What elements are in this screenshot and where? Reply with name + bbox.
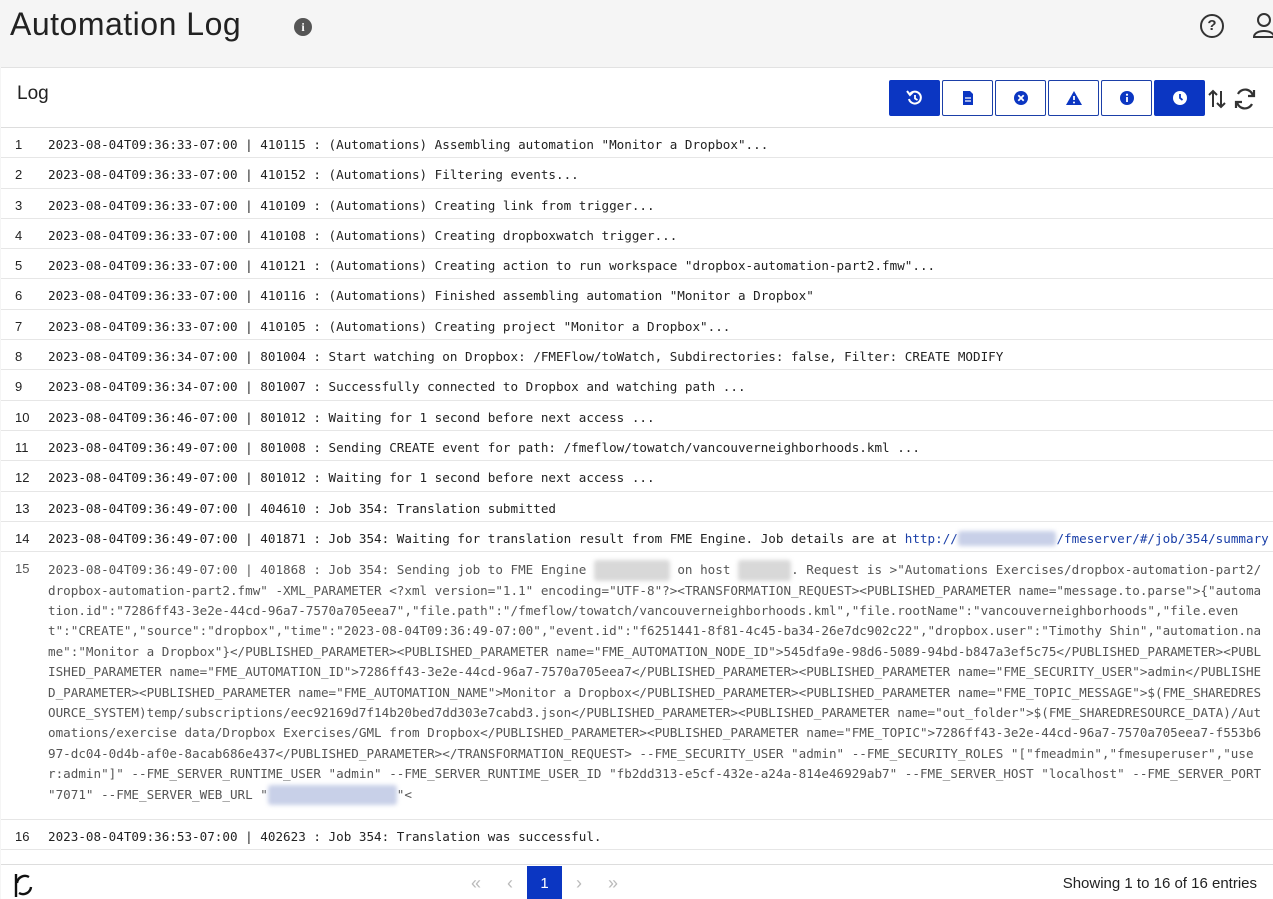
- time-button[interactable]: [1154, 80, 1205, 116]
- log-row: 16 2023-08-04T09:36:53-07:00 | 402623 : J…: [1, 820, 1273, 851]
- log-text: 2023-08-04T09:36:33-07:00 | 410108 : (Au…: [48, 227, 678, 243]
- line-number: 6: [15, 288, 23, 304]
- refresh-icon[interactable]: [1233, 87, 1257, 111]
- log-filter-toolbar: [889, 80, 1205, 116]
- log-panel: Log 1 2023-08-04T09:36:33-07:00 | 410115…: [1, 67, 1273, 899]
- log-text-part: on host: [669, 562, 738, 578]
- log-text: 2023-08-04T09:36:49-07:00 | 404610 : Job…: [48, 500, 556, 516]
- history-icon: [905, 90, 922, 105]
- warning-filter-button[interactable]: [1048, 80, 1099, 116]
- page-header: Automation Log i ?: [0, 0, 1273, 66]
- redacted-host: xxxxxxx: [738, 560, 792, 581]
- log-text: 2023-08-04T09:36:49-07:00 | 801012 : Wai…: [48, 470, 655, 486]
- line-number: 15: [15, 561, 30, 577]
- line-number: 3: [15, 197, 23, 213]
- panel-title: Log: [17, 83, 49, 104]
- redacted-url: xxxxxxxxxxxxxxxxx: [267, 784, 397, 806]
- log-text: 2023-08-04T09:36:33-07:00 | 410105 : (Au…: [48, 318, 731, 334]
- prev-page-button[interactable]: ‹: [493, 866, 527, 899]
- log-text: 2023-08-04T09:36:46-07:00 | 801012 : Wai…: [48, 409, 655, 425]
- document-button[interactable]: [942, 80, 993, 116]
- line-number: 16: [15, 829, 30, 845]
- log-row: 13 2023-08-04T09:36:49-07:00 | 404610 : J…: [1, 492, 1273, 522]
- log-text: 2023-08-04T09:36:53-07:00 | 402623 : Job…: [48, 829, 602, 845]
- help-icon[interactable]: ?: [1200, 14, 1224, 38]
- line-number: 13: [15, 500, 30, 516]
- log-row: 6 2023-08-04T09:36:33-07:00 | 410116 : (A…: [1, 279, 1273, 310]
- line-number: 2: [15, 167, 23, 183]
- pagination: « ‹ 1 › »: [459, 865, 630, 899]
- log-row: 12 2023-08-04T09:36:49-07:00 | 801012 : W…: [1, 461, 1273, 492]
- user-icon[interactable]: [1252, 12, 1273, 38]
- log-text: 2023-08-04T09:36:33-07:00 | 410115 : (Au…: [48, 137, 769, 152]
- sync-toggle-icon[interactable]: [14, 871, 34, 899]
- first-page-button[interactable]: «: [459, 866, 493, 899]
- x-circle-icon: [1013, 91, 1028, 105]
- log-text: 2023-08-04T09:36:34-07:00 | 801007 : Suc…: [48, 379, 746, 395]
- log-text: 2023-08-04T09:36:33-07:00 | 410121 : (Au…: [48, 258, 936, 274]
- log-text: 2023-08-04T09:36:34-07:00 | 801004 : Sta…: [48, 349, 1004, 365]
- line-number: 5: [15, 258, 23, 274]
- log-row: 7 2023-08-04T09:36:33-07:00 | 410105 : (A…: [1, 310, 1273, 341]
- line-number: 4: [15, 227, 23, 243]
- entries-count: Showing 1 to 16 of 16 entries: [1062, 875, 1257, 892]
- error-filter-button[interactable]: [995, 80, 1046, 116]
- line-number: 9: [15, 379, 23, 395]
- log-list: 1 2023-08-04T09:36:33-07:00 | 410115 : (A…: [1, 127, 1273, 851]
- log-text: 2023-08-04T09:36:49-07:00 | 401871 : Job…: [48, 530, 1269, 546]
- log-row: 5 2023-08-04T09:36:33-07:00 | 410121 : (A…: [1, 249, 1273, 280]
- log-row: 1 2023-08-04T09:36:33-07:00 | 410115 : (A…: [1, 128, 1273, 159]
- log-text-part: . Request is >"Automations Exercises/dro…: [48, 562, 1262, 802]
- redacted-engine: xxxxxxxxxx: [593, 560, 670, 581]
- log-text: 2023-08-04T09:36:33-07:00 | 410116 : (Au…: [48, 288, 814, 304]
- clock-icon: [1172, 91, 1187, 105]
- last-page-button[interactable]: »: [596, 866, 630, 899]
- log-text: 2023-08-04T09:36:49-07:00 | 401868 : Job…: [48, 560, 1263, 806]
- file-icon: [962, 91, 973, 105]
- log-row: 9 2023-08-04T09:36:34-07:00 | 801007 : Su…: [1, 370, 1273, 401]
- link-suffix: /fmeserver/#/job/354/summary: [1056, 530, 1269, 546]
- log-text: 2023-08-04T09:36:33-07:00 | 410152 : (Au…: [48, 167, 579, 183]
- link-prefix: http://: [904, 530, 958, 546]
- log-text-part: "<: [396, 786, 412, 802]
- log-row: 14 2023-08-04T09:36:49-07:00 | 401871 : …: [1, 522, 1273, 553]
- log-row: 11 2023-08-04T09:36:49-07:00 | 801008 : S…: [1, 431, 1273, 462]
- line-number: 14: [15, 530, 30, 546]
- log-text-part: 2023-08-04T09:36:49-07:00 | 401871 : Job…: [48, 530, 905, 546]
- line-number: 11: [15, 439, 29, 455]
- log-row: 3 2023-08-04T09:36:33-07:00 | 410109 : (A…: [1, 189, 1273, 219]
- job-details-link[interactable]: http://xxxxxxxxxxxxx/fmeserver/#/job/354…: [904, 530, 1269, 546]
- page-1-button[interactable]: 1: [527, 866, 562, 899]
- page-title: Automation Log: [10, 6, 242, 42]
- sort-icon[interactable]: [1206, 88, 1228, 110]
- log-row: 10 2023-08-04T09:36:46-07:00 | 801012 : W…: [1, 401, 1273, 431]
- log-row: 2 2023-08-04T09:36:33-07:00 | 410152 : (A…: [1, 158, 1273, 189]
- info-icon: [1119, 91, 1134, 105]
- line-number: 1: [15, 137, 23, 152]
- log-text: 2023-08-04T09:36:33-07:00 | 410109 : (Au…: [48, 197, 655, 213]
- log-footer: « ‹ 1 › » Showing 1 to 16 of 16 entries: [1, 864, 1273, 899]
- line-number: 12: [15, 470, 30, 486]
- next-page-button[interactable]: ›: [562, 866, 596, 899]
- warning-icon: [1065, 91, 1082, 105]
- log-row: 8 2023-08-04T09:36:34-07:00 | 801004 : St…: [1, 340, 1273, 371]
- log-text: 2023-08-04T09:36:49-07:00 | 801008 : Sen…: [48, 439, 920, 455]
- line-number: 7: [15, 318, 23, 334]
- log-text-part: 2023-08-04T09:36:49-07:00 | 401868 : Job…: [48, 562, 594, 578]
- info-filter-button[interactable]: [1101, 80, 1152, 116]
- log-row-expanded: 15 2023-08-04T09:36:49-07:00 | 401868 : …: [1, 552, 1273, 821]
- line-number: 8: [15, 349, 23, 365]
- redacted-host: xxxxxxxxxxxxx: [957, 530, 1057, 546]
- line-number: 10: [15, 409, 30, 425]
- info-circle-icon[interactable]: i: [294, 18, 312, 36]
- log-row: 4 2023-08-04T09:36:33-07:00 | 410108 : (A…: [1, 219, 1273, 250]
- restore-button[interactable]: [889, 80, 940, 116]
